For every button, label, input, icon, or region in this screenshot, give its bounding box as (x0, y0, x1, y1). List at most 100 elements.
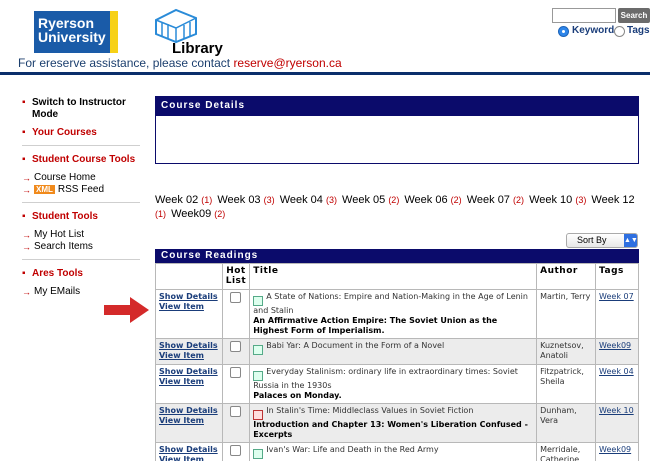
week-count: (3) (575, 195, 587, 205)
view-item-link[interactable]: View Item (159, 377, 219, 387)
column-header-tags[interactable]: Tags (595, 263, 639, 290)
show-details-link[interactable]: Show Details (159, 445, 219, 455)
search-input[interactable] (552, 8, 616, 23)
week-count: (2) (513, 195, 524, 205)
week-link[interactable]: Week 04 (3) (280, 194, 339, 206)
sort-by-value: Sort By (577, 235, 607, 245)
view-item-link[interactable]: View Item (159, 351, 219, 361)
ares-tools-heading: Ares Tools (22, 268, 140, 280)
show-details-link[interactable]: Show Details (159, 292, 219, 302)
course-details-body (155, 116, 639, 164)
switch-instructor-mode-link[interactable]: Switch to Instructor Mode (22, 97, 140, 121)
student-course-tools-heading: Student Course Tools (22, 154, 140, 166)
tags-radio[interactable] (614, 26, 625, 37)
logo-line2: University (38, 29, 106, 45)
document-icon (253, 345, 264, 355)
column-header (155, 263, 223, 290)
week-label: Week09 (171, 208, 212, 220)
week-label: Week 12 (591, 194, 635, 206)
week-filter: Week 02 (1) Week 03 (3) Week 04 (3) Week… (155, 193, 645, 221)
annotation-arrow-icon (104, 297, 149, 323)
week-label: Week 07 (466, 194, 510, 206)
week-label: Week 06 (404, 194, 448, 206)
document-icon (253, 296, 264, 306)
week-label: Week 05 (342, 194, 386, 206)
course-readings-header: Course Readings (155, 249, 639, 263)
hot-list-checkbox[interactable] (230, 341, 242, 352)
column-header-hot-list: Hot List (221, 263, 251, 290)
column-header-title: Title (249, 263, 538, 290)
my-hot-list-link[interactable]: My Hot List (22, 229, 140, 241)
week-count: (2) (214, 209, 226, 219)
select-arrows-icon: ▲▼ (624, 234, 638, 247)
logo-yellow-bar (110, 11, 118, 53)
table-header-row: Hot List Title Author Tags (155, 263, 639, 290)
week-count: (1) (201, 195, 213, 205)
reading-author: Kuznetsov, Anatoli (540, 341, 584, 360)
week-label: Week 03 (217, 194, 261, 206)
table-row: Show Details View Item Babi Yar: A Docume… (155, 338, 639, 365)
week-link[interactable]: Week 03 (3) (217, 194, 276, 206)
ryerson-logo[interactable]: Ryerson University (34, 11, 122, 53)
reading-tag-link[interactable]: Week09 (599, 341, 631, 350)
reading-tag-link[interactable]: Week 10 (599, 406, 634, 415)
search-button[interactable]: Search (618, 8, 650, 23)
contact-line: For ereserve assistance, please contact … (18, 56, 342, 70)
week-label: Week 02 (155, 194, 199, 206)
site-header: Ryerson University Library For ereserve … (0, 0, 650, 75)
tags-radio-label: Tags (627, 25, 650, 36)
your-courses-link[interactable]: Your Courses (22, 127, 140, 139)
reading-author: Dunham, Vera (540, 406, 577, 425)
week-link[interactable]: Week 06 (2) (404, 194, 463, 206)
rss-feed-label: RSS Feed (57, 184, 105, 195)
column-header-author[interactable]: Author (536, 263, 597, 290)
sidebar-section-student-tools: Student Tools My Hot List Search Items (22, 211, 140, 260)
week-label: Week 10 (529, 194, 573, 206)
table-row: Show Details View Item Everyday Stalinism… (155, 364, 639, 404)
reading-tag-link[interactable]: Week09 (599, 445, 631, 454)
table-row: Show Details View Item In Stalin's Time: … (155, 403, 639, 443)
library-label: Library (172, 40, 223, 57)
rss-feed-link[interactable]: XMLRSS Feed (22, 184, 140, 196)
sidebar: Switch to Instructor Mode Your Courses S… (22, 97, 140, 312)
keyword-radio[interactable] (558, 26, 569, 37)
reading-title: Ivan's War: Life and Death in the Red Ar… (266, 445, 439, 454)
reading-subtitle: Palaces on Monday. (253, 391, 342, 400)
document-icon (253, 371, 264, 381)
hot-list-checkbox[interactable] (230, 445, 242, 456)
week-count: (2) (388, 195, 400, 205)
reading-title: Babi Yar: A Document in the Form of a No… (266, 341, 445, 350)
sidebar-section-mode: Switch to Instructor Mode Your Courses (22, 97, 140, 146)
course-home-link[interactable]: Course Home (22, 172, 140, 184)
week-count: (1) (155, 209, 166, 219)
week-count: (2) (450, 195, 462, 205)
hot-list-checkbox[interactable] (230, 406, 242, 417)
view-item-link[interactable]: View Item (159, 302, 219, 312)
reading-subtitle: Introduction and Chapter 13: Women's Lib… (253, 420, 528, 439)
reading-title: In Stalin's Time: Middleclass Values in … (266, 406, 474, 415)
hot-list-checkbox[interactable] (230, 292, 242, 303)
show-details-link[interactable]: Show Details (159, 367, 219, 377)
week-link[interactable]: Week 02 (1) (155, 194, 214, 206)
reading-author: Martin, Terry (540, 292, 591, 301)
document-icon (253, 449, 264, 459)
table-row: Show Details View Item Ivan's War: Life a… (155, 442, 639, 461)
show-details-link[interactable]: Show Details (159, 341, 219, 351)
week-link[interactable]: Week09 (2) (171, 208, 227, 220)
reading-tag-link[interactable]: Week 07 (599, 292, 634, 301)
view-item-link[interactable]: View Item (159, 455, 219, 461)
sidebar-section-course-tools: Student Course Tools Course Home XMLRSS … (22, 154, 140, 203)
reading-tag-link[interactable]: Week 04 (599, 367, 634, 376)
week-link[interactable]: Week 05 (2) (342, 194, 401, 206)
contact-email-link[interactable]: reserve@ryerson.ca (233, 56, 341, 70)
header-divider (0, 72, 650, 75)
week-count: (3) (263, 195, 275, 205)
week-link[interactable]: Week 07 (2) (467, 194, 526, 206)
show-details-link[interactable]: Show Details (159, 406, 219, 416)
week-count: (3) (325, 195, 337, 205)
sort-by-select[interactable]: Sort By ▲▼ (566, 233, 638, 248)
hot-list-checkbox[interactable] (230, 367, 242, 378)
search-items-link[interactable]: Search Items (22, 241, 140, 253)
week-link[interactable]: Week 10 (3) (529, 194, 588, 206)
view-item-link[interactable]: View Item (159, 416, 219, 426)
